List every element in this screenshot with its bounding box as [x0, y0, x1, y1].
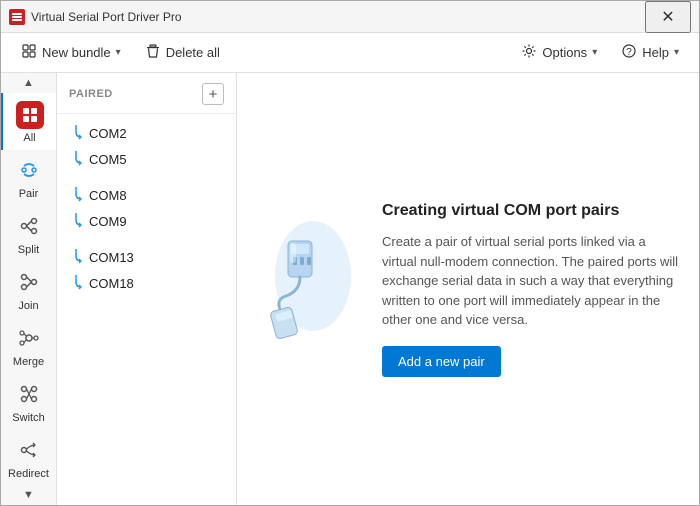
sidebar-item-redirect[interactable]: Redirect [1, 430, 56, 486]
sidebar-item-pair[interactable]: Pair [1, 150, 56, 206]
new-bundle-chevron: ▾ [116, 47, 121, 58]
app-window: Virtual Serial Port Driver Pro ✕ New bun… [0, 0, 700, 506]
bundle-icon [21, 43, 37, 62]
port-item-com18[interactable]: COM18 [57, 270, 236, 296]
help-label: Help [642, 45, 669, 60]
join-icon [17, 270, 41, 297]
pair-icon [17, 158, 41, 185]
sidebar-item-switch[interactable]: Switch [1, 374, 56, 430]
window-title: Virtual Serial Port Driver Pro [31, 10, 182, 24]
connector-icon-com2 [69, 124, 83, 142]
content-title: Creating virtual COM port pairs [382, 201, 678, 222]
gear-icon [521, 43, 537, 62]
connector-icon-com8 [69, 186, 83, 204]
switch-icon [17, 382, 41, 409]
add-port-button[interactable]: + [202, 83, 224, 105]
new-bundle-button[interactable]: New bundle ▾ [11, 38, 131, 67]
sidebar-item-merge-label: Merge [13, 356, 44, 368]
port-name-com9: COM9 [89, 214, 127, 229]
all-icon [16, 101, 44, 129]
content-area: Creating virtual COM port pairs Create a… [237, 73, 699, 505]
add-new-pair-button[interactable]: Add a new pair [382, 346, 501, 377]
merge-icon [17, 326, 41, 353]
options-button[interactable]: Options ▾ [511, 38, 607, 67]
connector-icon-com9 [69, 212, 83, 230]
sidebar-item-split[interactable]: Split [1, 206, 56, 262]
sidebar-item-pair-label: Pair [19, 188, 39, 200]
content-description: Create a pair of virtual serial ports li… [382, 232, 678, 330]
port-name-com13: COM13 [89, 250, 134, 265]
title-bar: Virtual Serial Port Driver Pro ✕ [1, 1, 699, 33]
port-name-com18: COM18 [89, 276, 134, 291]
port-item-com13[interactable]: COM13 [57, 244, 236, 270]
new-bundle-label: New bundle [42, 45, 111, 60]
redirect-icon [17, 438, 41, 465]
toolbar-left: New bundle ▾ Delete all [11, 38, 230, 67]
port-pair-1: COM2 COM5 [57, 118, 236, 174]
ports-header-label: PAIRED [69, 88, 113, 100]
connector-icon-com5 [69, 150, 83, 168]
split-icon [17, 214, 41, 241]
sidebar-item-switch-label: Switch [12, 412, 44, 424]
main-area: ▲ All [1, 73, 699, 505]
close-button[interactable]: ✕ [645, 1, 691, 33]
content-inner: Creating virtual COM port pairs Create a… [258, 201, 678, 376]
delete-all-label: Delete all [166, 45, 220, 60]
port-item-com9[interactable]: COM9 [57, 208, 236, 234]
sidebar-item-join[interactable]: Join [1, 262, 56, 318]
options-chevron: ▾ [592, 47, 597, 58]
port-name-com2: COM2 [89, 126, 127, 141]
sidebar-item-merge[interactable]: Merge [1, 318, 56, 374]
sidebar-icons: ▲ All [1, 73, 57, 505]
connector-icon-com13 [69, 248, 83, 266]
help-icon: ? [621, 43, 637, 62]
port-item-com2[interactable]: COM2 [57, 120, 236, 146]
help-button[interactable]: ? Help ▾ [611, 38, 689, 67]
ports-header: PAIRED + [57, 73, 236, 114]
sidebar-item-split-label: Split [18, 244, 39, 256]
port-item-com8[interactable]: COM8 [57, 182, 236, 208]
app-icon [9, 9, 25, 25]
svg-text:?: ? [626, 47, 632, 58]
title-bar-left: Virtual Serial Port Driver Pro [9, 9, 182, 25]
ports-panel: PAIRED + COM2 [57, 73, 237, 505]
port-name-com5: COM5 [89, 152, 127, 167]
illustration [258, 201, 358, 341]
delete-icon [145, 43, 161, 62]
sidebar-item-redirect-label: Redirect [8, 468, 49, 480]
port-pair-2: COM8 COM9 [57, 180, 236, 236]
scroll-up-button[interactable]: ▲ [1, 73, 56, 93]
sidebar-item-all-label: All [23, 132, 35, 144]
sidebar-item-all[interactable]: All [1, 93, 56, 150]
toolbar: New bundle ▾ Delete all [1, 33, 699, 73]
text-section: Creating virtual COM port pairs Create a… [382, 201, 678, 376]
delete-all-button[interactable]: Delete all [135, 38, 230, 67]
scroll-down-button[interactable]: ▼ [1, 486, 56, 506]
port-name-com8: COM8 [89, 188, 127, 203]
sidebar-item-join-label: Join [18, 300, 38, 312]
toolbar-right: Options ▾ ? Help ▾ [511, 38, 689, 67]
options-label: Options [542, 45, 587, 60]
port-pair-3: COM13 COM18 [57, 242, 236, 298]
connector-icon-com18 [69, 274, 83, 292]
port-item-com5[interactable]: COM5 [57, 146, 236, 172]
help-chevron: ▾ [674, 47, 679, 58]
ports-list: COM2 COM5 [57, 114, 236, 505]
